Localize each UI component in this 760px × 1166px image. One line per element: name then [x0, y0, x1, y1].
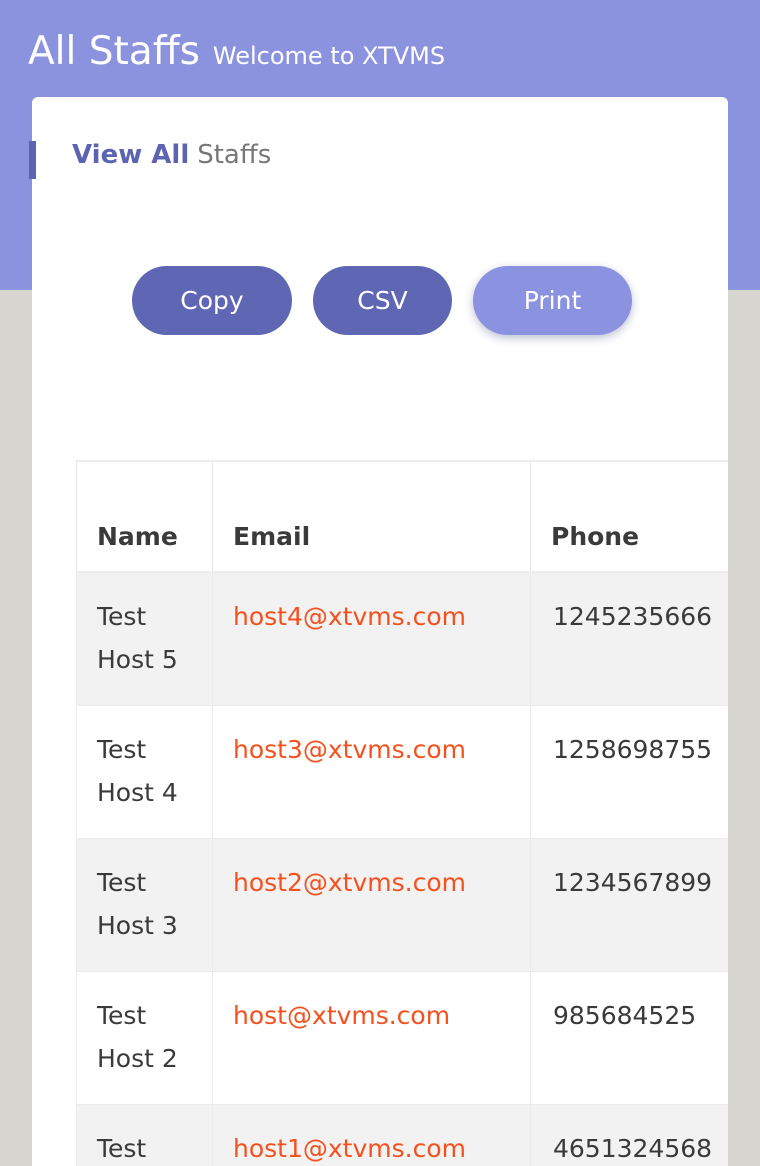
cell-name: Test Host 5	[76, 571, 213, 706]
staff-table: Name Email Phone Test Host 5 host4@xtvms.…	[76, 460, 728, 1166]
column-header-name[interactable]: Name	[76, 460, 213, 573]
column-header-phone[interactable]: Phone	[530, 460, 728, 573]
cell-phone: 4651324568	[530, 1104, 728, 1166]
page-header-titles: All Staffs Welcome to XTVMS	[28, 29, 445, 75]
copy-button[interactable]: Copy	[132, 266, 292, 335]
print-button[interactable]: Print	[473, 266, 632, 335]
cell-email[interactable]: host2@xtvms.com	[212, 838, 531, 972]
column-header-email[interactable]: Email	[212, 460, 531, 573]
cell-phone: 985684525	[530, 971, 728, 1105]
cell-phone: 1234567899	[530, 838, 728, 972]
page-background-right-gutter	[728, 290, 760, 1166]
cell-email[interactable]: host@xtvms.com	[212, 971, 531, 1105]
cell-email[interactable]: host3@xtvms.com	[212, 705, 531, 839]
cell-name: Test Host 3	[76, 838, 213, 972]
cell-email[interactable]: host4@xtvms.com	[212, 571, 531, 706]
cell-name: Test Host 4	[76, 705, 213, 839]
page-subtitle: Welcome to XTVMS	[212, 42, 446, 70]
csv-button[interactable]: CSV	[313, 266, 452, 335]
content-card: View AllStaffs Copy CSV Print Search: Na…	[29, 97, 728, 1166]
cell-name: Test Host 2	[76, 971, 213, 1105]
table-row[interactable]: Test Host 1host1@xtvms.com4651324568	[76, 1104, 728, 1166]
staff-table-body: Test Host 5 host4@xtvms.com 1245235666 Test…	[76, 571, 728, 1166]
page-root: All Staffs Welcome to XTVMS View All Staf…	[0, 0, 760, 1166]
card-accent-bar	[29, 141, 36, 179]
export-button-group: Copy CSV Print	[132, 266, 632, 335]
table-header-row: Name Email Phone	[76, 460, 728, 573]
table-row[interactable]: Test Host 2 host@xtvms.com 985684525	[76, 971, 728, 1105]
card-title-strong: View All	[72, 140, 190, 170]
page-title: All Staffs	[28, 29, 200, 74]
page-background-left-gutter	[0, 290, 32, 1166]
cell-name: Test Host 1	[76, 1104, 213, 1166]
staff-table-head: Name Email Phone	[76, 460, 728, 573]
card-title: View All Staffs	[72, 138, 271, 172]
staff-table-wrapper: Name Email Phone Test Host 5 host4@xtvms.…	[76, 460, 728, 1166]
table-row[interactable]: Test Host 3 host2@xtvms.com 1234567899	[76, 838, 728, 972]
cell-email[interactable]: host1@xtvms.com	[212, 1104, 531, 1166]
table-row[interactable]: Test Host 4 host3@xtvms.com 1258698755	[76, 705, 728, 839]
cell-phone: 1245235666	[530, 571, 728, 706]
cell-phone: 1258698755	[530, 705, 728, 839]
card-title-muted: Staffs	[197, 140, 272, 170]
table-row[interactable]: Test Host 5 host4@xtvms.com 1245235666	[76, 571, 728, 706]
